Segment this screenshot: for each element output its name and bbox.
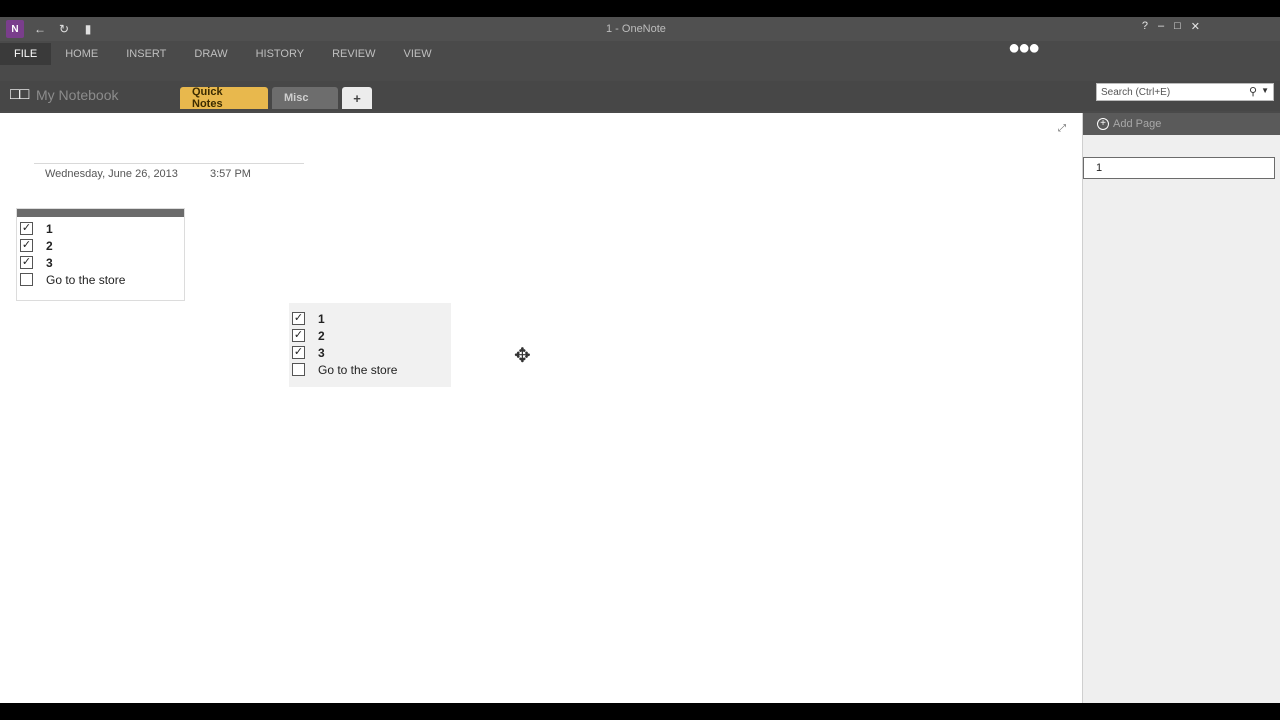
add-section-button[interactable]: + (342, 87, 372, 109)
back-icon[interactable]: ← (32, 21, 48, 37)
maximize-button[interactable]: □ (1174, 20, 1181, 33)
note-container[interactable]: ✓ 1 ✓ 2 ✓ 3 Go to the store (16, 208, 185, 301)
list-item: ✓ 3 (20, 254, 184, 271)
help-button[interactable]: ? (1142, 20, 1148, 33)
tab-review[interactable]: REVIEW (318, 43, 389, 65)
notebook-icon[interactable]: □□ (10, 87, 32, 103)
onenote-app-icon[interactable]: N (6, 20, 24, 38)
add-page-label: Add Page (1113, 118, 1162, 130)
list-item-label[interactable]: Go to the store (318, 363, 397, 377)
notebook-name[interactable]: My Notebook (36, 87, 118, 103)
list-item: ✓ 2 (292, 327, 451, 344)
chevron-down-icon[interactable]: ▼ (1261, 86, 1269, 95)
page-tab[interactable]: 1 (1083, 157, 1275, 179)
tab-view[interactable]: VIEW (389, 43, 445, 65)
section-tab-quick-notes[interactable]: Quick Notes (180, 86, 268, 110)
todo-list: ✓ 1 ✓ 2 ✓ 3 Go to the store (17, 217, 184, 288)
list-item: ✓ 2 (20, 237, 184, 254)
todo-list: ✓ 1 ✓ 2 ✓ 3 Go to the store (289, 303, 451, 378)
page-tabs-pane: + Add Page 1 (1082, 113, 1280, 703)
list-item-label[interactable]: 2 (46, 239, 53, 253)
checkbox[interactable]: ✓ (292, 312, 305, 325)
checkbox[interactable]: ✓ (20, 256, 33, 269)
checkbox[interactable] (20, 273, 33, 286)
window-controls: ? – □ ✕ (1142, 20, 1200, 33)
search-icon[interactable]: ⚲ (1249, 85, 1257, 98)
search-placeholder: Search (Ctrl+E) (1101, 86, 1171, 98)
tab-draw[interactable]: DRAW (180, 43, 241, 65)
list-item-label[interactable]: 1 (46, 222, 53, 236)
section-tab-other[interactable]: Misc (272, 87, 338, 109)
note-container-dragging[interactable]: ✓ 1 ✓ 2 ✓ 3 Go to the store (289, 303, 451, 387)
tab-insert[interactable]: INSERT (112, 43, 180, 65)
checkbox[interactable]: ✓ (292, 346, 305, 359)
checkbox[interactable]: ✓ (292, 329, 305, 342)
title-bar: N ← ↻ ▮ 1 - OneNote ? – □ ✕ (0, 17, 1280, 41)
list-item: Go to the store (292, 361, 451, 378)
window-title: 1 - OneNote (606, 23, 666, 35)
page-canvas[interactable]: ⤢ Wednesday, June 26, 2013 3:57 PM ✓ 1 ✓… (0, 113, 1082, 703)
checkbox[interactable]: ✓ (20, 239, 33, 252)
list-item-label[interactable]: 3 (318, 346, 325, 360)
dock-icon[interactable]: ▮ (80, 21, 96, 37)
move-cursor-icon: ✥ (514, 345, 531, 367)
minimize-button[interactable]: – (1158, 20, 1164, 33)
page-time: 3:57 PM (210, 168, 251, 180)
onenote-window: N ← ↻ ▮ 1 - OneNote ? – □ ✕ ●●● FILE HOM… (0, 17, 1280, 703)
quick-access-toolbar: N ← ↻ ▮ (6, 20, 96, 38)
list-item-label[interactable]: 2 (318, 329, 325, 343)
list-item: ✓ 1 (20, 220, 184, 237)
decoration-dots-icon: ●●● (1008, 37, 1040, 59)
list-item-label[interactable]: 3 (46, 256, 53, 270)
list-item-label[interactable]: Go to the store (46, 273, 125, 287)
list-item: ✓ 1 (292, 310, 451, 327)
sync-icon[interactable]: ↻ (56, 21, 72, 37)
list-item-label[interactable]: 1 (318, 312, 325, 326)
checkbox[interactable]: ✓ (20, 222, 33, 235)
search-input[interactable]: Search (Ctrl+E) ⚲ ▼ (1096, 83, 1274, 101)
expand-icon[interactable]: ⤢ (1058, 123, 1066, 134)
checkbox[interactable] (292, 363, 305, 376)
notebook-bar: □□ My Notebook Quick Notes Misc + (0, 81, 1280, 111)
tab-file[interactable]: FILE (0, 43, 52, 65)
tab-home[interactable]: HOME (51, 43, 112, 65)
add-page-button[interactable]: + Add Page (1083, 113, 1280, 135)
page-title-line[interactable] (34, 163, 304, 164)
screen-frame: N ← ↻ ▮ 1 - OneNote ? – □ ✕ ●●● FILE HOM… (0, 0, 1280, 720)
ribbon-tabs: FILE HOME INSERT DRAW HISTORY REVIEW VIE… (0, 43, 446, 65)
page-date: Wednesday, June 26, 2013 (45, 168, 178, 180)
close-button[interactable]: ✕ (1191, 20, 1200, 33)
note-container-handle[interactable] (17, 209, 184, 217)
tab-history[interactable]: HISTORY (242, 43, 319, 65)
list-item: Go to the store (20, 271, 184, 288)
list-item: ✓ 3 (292, 344, 451, 361)
plus-icon: + (1097, 118, 1109, 130)
